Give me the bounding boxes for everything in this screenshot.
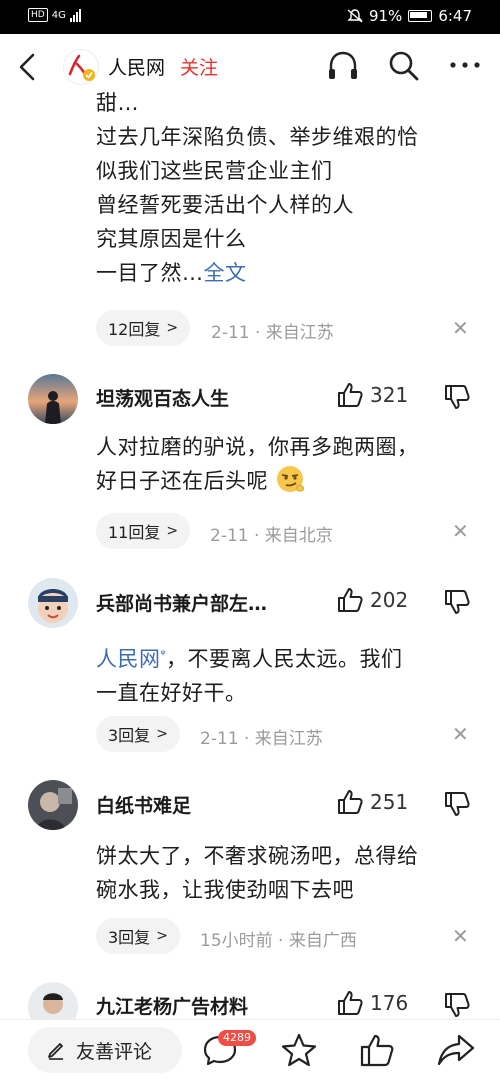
comment-line: 究其原因是什么 — [96, 227, 247, 251]
comment-line: 曾经誓死要活出个人样的人 — [96, 193, 354, 217]
renminwang-logo-icon — [68, 54, 95, 81]
commenter-name[interactable]: 坦荡观百态人生 — [96, 384, 229, 411]
comment-body: 人民网ᵠ，不要离人民太远。我们 一直在好好干。 — [96, 637, 403, 710]
thumbs-down-icon[interactable] — [444, 589, 470, 615]
comment-body: 饼太大了，不奢求碗汤吧，总得给 碗水我，让我使劲咽下去吧 — [96, 839, 419, 907]
more-icon[interactable] — [449, 60, 481, 70]
thumbs-down-icon[interactable] — [444, 992, 470, 1018]
star-icon[interactable] — [281, 1033, 317, 1067]
follow-button[interactable]: 关注 — [180, 53, 218, 80]
comment-placeholder: 友善评论 — [76, 1040, 153, 1063]
dismiss-icon[interactable]: ✕ — [452, 316, 469, 340]
search-icon[interactable] — [388, 50, 420, 82]
back-arrow-icon[interactable] — [16, 52, 40, 82]
like-count: 176 — [370, 991, 409, 1015]
avatar-image-icon — [28, 578, 78, 628]
dismiss-icon[interactable]: ✕ — [452, 722, 469, 746]
battery-percent: 91% — [368, 7, 403, 25]
thumbs-up-icon[interactable] — [337, 789, 363, 815]
dismiss-icon[interactable]: ✕ — [452, 924, 469, 948]
comment-meta: 2-11 · 来自北京 — [210, 526, 333, 546]
share-icon[interactable] — [437, 1033, 475, 1067]
signal-icon — [69, 8, 81, 22]
comment-line: 碗水我，让我使劲咽下去吧 — [96, 878, 354, 902]
comment-line: 甜… — [96, 91, 139, 115]
reply-count-button[interactable]: 3回复 > — [96, 716, 180, 752]
status-bar: HD 4G 91% 6:47 — [0, 0, 500, 34]
reply-count-button[interactable]: 12回复 > — [96, 310, 191, 346]
comment-line: 过去几年深陷负债、举步维艰的恰 — [96, 125, 419, 149]
alarm-bell-icon — [347, 9, 363, 23]
status-right: 91% 6:47 — [347, 7, 472, 25]
account-logo[interactable] — [63, 49, 99, 85]
comment-meta: 2-11 · 来自江苏 — [211, 323, 334, 343]
avatar[interactable] — [28, 374, 78, 424]
commenter-name[interactable]: 九江老杨广告材料 — [96, 992, 248, 1019]
like-count: 251 — [370, 790, 409, 814]
comment-body: 甜… 过去几年深陷负债、举步维艰的恰 似我们这些民营企业主们 曾经誓死要活出个人… — [96, 86, 419, 290]
chevron-right-icon: > — [156, 726, 168, 742]
avatar-image-icon — [28, 780, 78, 830]
avatar[interactable] — [28, 780, 78, 830]
comment-meta: 15小时前 · 来自广西 — [200, 931, 357, 951]
thumbs-up-icon[interactable] — [337, 382, 363, 408]
thumbs-down-icon[interactable] — [444, 791, 470, 817]
comment-line: 好日子还在后头呢 — [96, 464, 419, 498]
comment-meta: 2-11 · 来自江苏 — [200, 729, 323, 749]
smirk-emoji-icon — [277, 466, 305, 492]
expand-full-text-link[interactable]: 全文 — [204, 261, 247, 285]
chevron-right-icon: > — [166, 523, 179, 539]
status-left: HD 4G — [28, 8, 81, 22]
hd-badge: HD — [28, 8, 48, 22]
avatar-image-icon — [28, 374, 78, 424]
comment-line: 一直在好好干。 — [96, 681, 247, 705]
headphones-icon[interactable] — [326, 50, 360, 82]
pen-icon — [48, 1043, 63, 1060]
account-name[interactable]: 人民网 — [108, 53, 165, 80]
comment-line: 一目了然…全文 — [96, 261, 247, 285]
comment-body: 人对拉磨的驴说，你再多跑两圈， 好日子还在后头呢 — [96, 430, 419, 498]
thumbs-up-icon[interactable] — [337, 587, 363, 613]
battery-icon — [408, 10, 433, 22]
thumbs-down-icon[interactable] — [444, 384, 470, 410]
comment-line: 人对拉磨的驴说，你再多跑两圈， — [96, 435, 419, 459]
reply-count-button[interactable]: 11回复 > — [96, 513, 191, 549]
reply-count-button[interactable]: 3回复 > — [96, 918, 180, 954]
chevron-right-icon: > — [166, 320, 179, 336]
comment-line: 似我们这些民营企业主们 — [96, 159, 333, 183]
comment-count-badge: 4289 — [218, 1030, 256, 1046]
like-count: 321 — [370, 383, 409, 407]
dismiss-icon[interactable]: ✕ — [452, 519, 469, 543]
chevron-right-icon: > — [156, 928, 168, 944]
mention-link[interactable]: 人民网 — [96, 647, 161, 671]
like-icon[interactable] — [359, 1033, 395, 1067]
commenter-name[interactable]: 兵部尚书兼户部左… — [96, 589, 267, 616]
clock: 6:47 — [438, 7, 472, 25]
like-count: 202 — [370, 588, 409, 612]
comment-line: 饼太大了，不奢求碗汤吧，总得给 — [96, 844, 419, 868]
comment-line: 人民网ᵠ，不要离人民太远。我们 — [96, 647, 403, 671]
network-type: 4G — [51, 9, 66, 21]
comment-input[interactable]: 友善评论 — [28, 1027, 182, 1073]
thumbs-up-icon[interactable] — [337, 990, 363, 1016]
avatar[interactable] — [28, 578, 78, 628]
commenter-name[interactable]: 白纸书难足 — [96, 791, 191, 818]
